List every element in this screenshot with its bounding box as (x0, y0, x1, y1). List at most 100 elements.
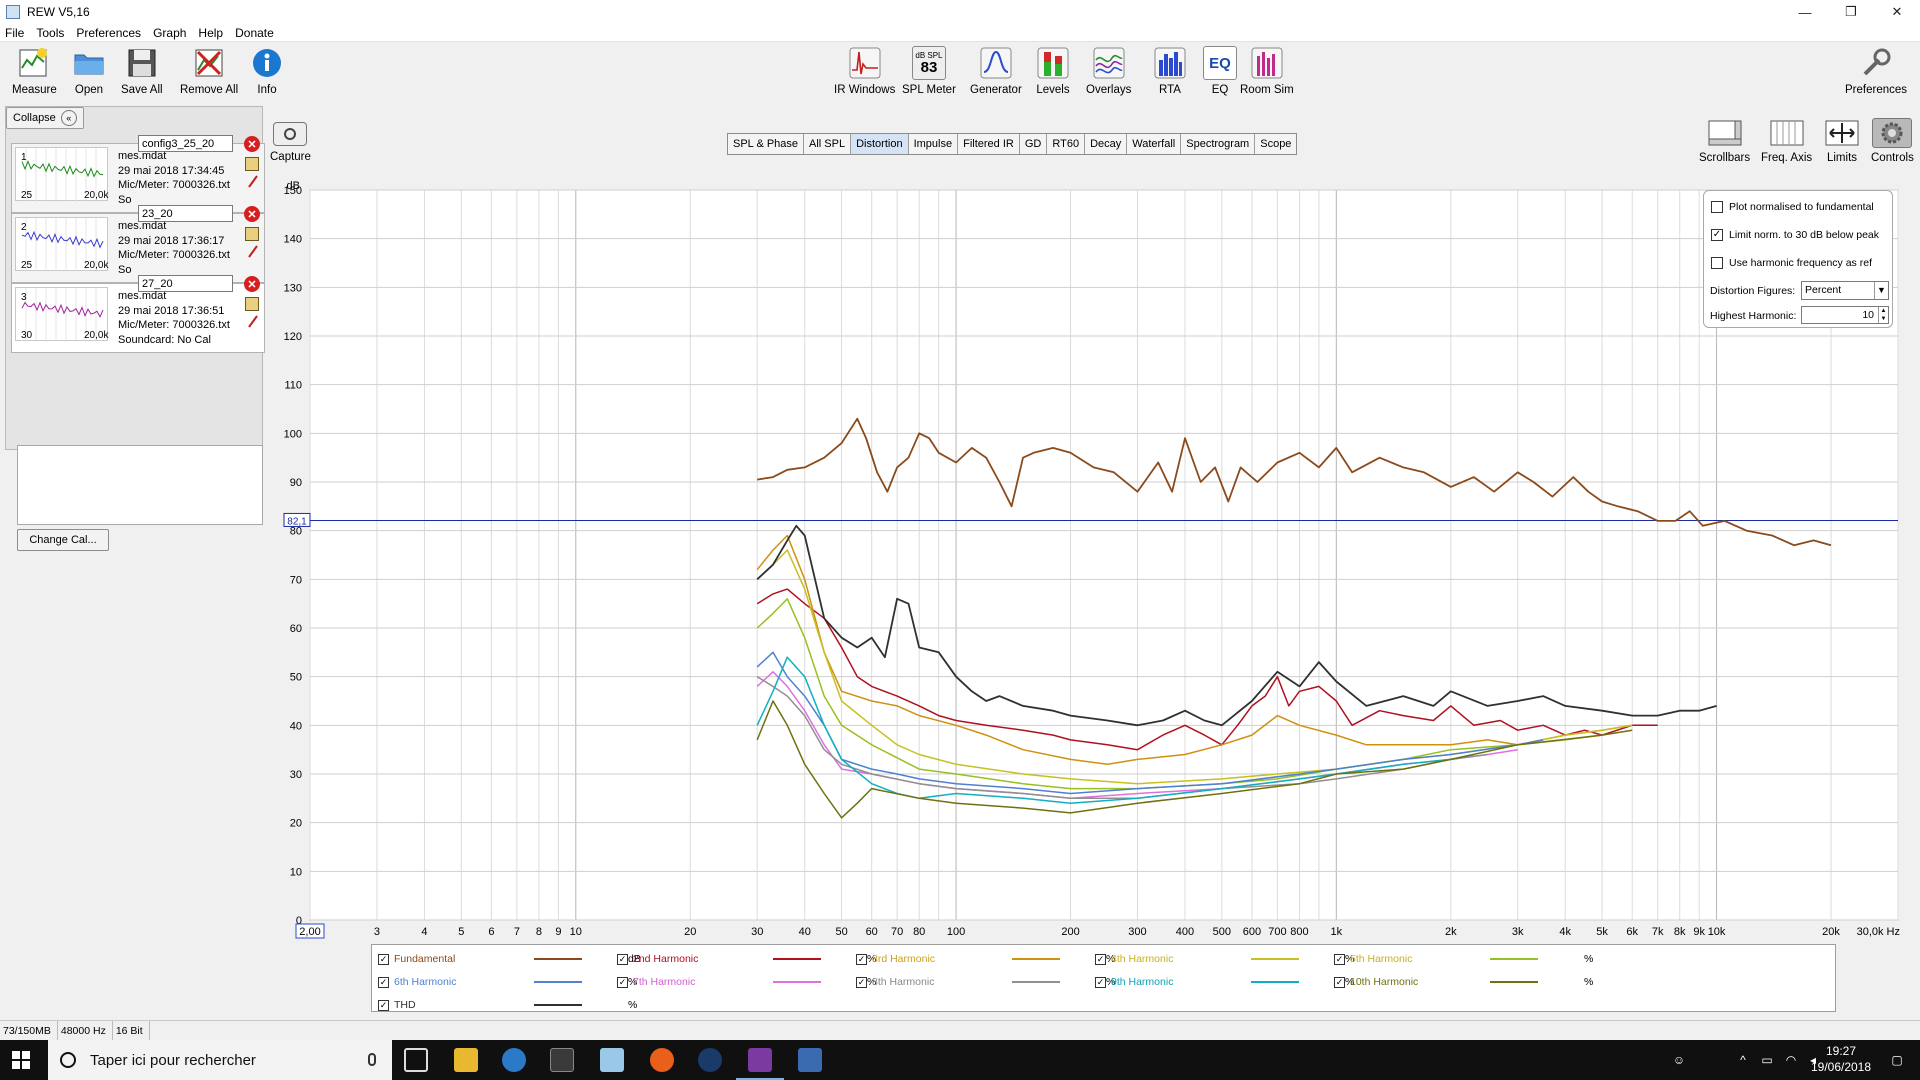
legend-checkbox[interactable]: ✓ (1334, 953, 1345, 965)
capture-button[interactable]: Capture (270, 122, 311, 163)
legend-item[interactable]: ✓ 2nd Harmonic% (617, 950, 876, 968)
info-button[interactable]: Info (250, 46, 284, 96)
edit-measurement-icon[interactable] (245, 227, 259, 241)
legend-item[interactable]: ✓ 10th Harmonic% (1334, 973, 1593, 991)
scrollbars-button[interactable]: Scrollbars (1699, 118, 1750, 164)
save-all-button[interactable]: Save All (121, 46, 163, 96)
app-icon-light[interactable] (600, 1048, 624, 1072)
tab-impulse[interactable]: Impulse (909, 134, 959, 154)
tab-all-spl[interactable]: All SPL (804, 134, 852, 154)
pencil-icon[interactable] (248, 174, 258, 188)
change-cal-button[interactable]: Change Cal... (17, 529, 109, 551)
tab-spectrogram[interactable]: Spectrogram (1181, 134, 1256, 154)
use-harmonic-option[interactable]: Use harmonic frequency as ref (1711, 257, 1872, 269)
open-button[interactable]: Open (72, 46, 106, 96)
spl-meter-button[interactable]: dB SPL 83 SPL Meter (902, 46, 956, 96)
legend-checkbox[interactable]: ✓ (378, 953, 389, 965)
rta-button[interactable]: RTA (1153, 46, 1187, 96)
measurement-item[interactable]: 12520,0kmes.mdat29 mai 2018 17:34:45Mic/… (11, 135, 265, 213)
microphone-icon[interactable] (368, 1053, 376, 1066)
levels-button[interactable]: Levels (1036, 46, 1070, 96)
distortion-figures-select[interactable]: Percent ▼ (1801, 281, 1889, 300)
ir-windows-button[interactable]: IR Windows (834, 46, 895, 96)
tab-scope[interactable]: Scope (1255, 134, 1296, 154)
legend-checkbox[interactable]: ✓ (378, 999, 389, 1011)
task-view-icon[interactable] (404, 1048, 428, 1072)
people-icon[interactable]: ☺ (1672, 1053, 1686, 1067)
generator-button[interactable]: Generator (970, 46, 1022, 96)
edit-measurement-icon[interactable] (245, 297, 259, 311)
network-icon[interactable]: ◠ (1784, 1053, 1798, 1067)
legend-checkbox[interactable]: ✓ (378, 976, 389, 988)
tray-chevron-icon[interactable]: ^ (1736, 1053, 1750, 1067)
collapse-button[interactable]: Collapse « (6, 107, 84, 129)
battery-icon[interactable]: ▭ (1760, 1053, 1774, 1067)
steam-icon[interactable] (698, 1048, 722, 1072)
tab-filtered-ir[interactable]: Filtered IR (958, 134, 1020, 154)
pencil-icon[interactable] (248, 314, 258, 328)
app-icon-blue[interactable] (798, 1048, 822, 1072)
remove-measurement-icon[interactable]: ✕ (244, 206, 260, 222)
eq-button[interactable]: EQ EQ (1203, 46, 1237, 96)
legend-item[interactable]: ✓ 5th Harmonic% (1334, 950, 1593, 968)
remove-measurement-icon[interactable]: ✕ (244, 276, 260, 292)
windows-start-icon[interactable] (12, 1051, 30, 1069)
restore-button[interactable]: ❐ (1828, 0, 1874, 24)
overlays-button[interactable]: Overlays (1086, 46, 1131, 96)
notifications-icon[interactable]: ▢ (1890, 1053, 1904, 1067)
measurement-item[interactable]: 22520,0kmes.mdat29 mai 2018 17:36:17Mic/… (11, 205, 265, 283)
legend-item[interactable]: ✓ THD% (378, 996, 637, 1014)
tab-decay[interactable]: Decay (1085, 134, 1128, 154)
tab-rt60[interactable]: RT60 (1047, 134, 1086, 154)
remove-measurement-icon[interactable]: ✕ (244, 136, 260, 152)
taskbar-search[interactable]: Taper ici pour rechercher (48, 1040, 392, 1080)
menu-file[interactable]: File (0, 26, 31, 40)
plot-normalised-checkbox[interactable] (1711, 201, 1723, 213)
legend-item[interactable]: ✓ 9th Harmonic% (1095, 973, 1354, 991)
measurement-item[interactable]: 33020,0kmes.mdat29 mai 2018 17:36:51Mic/… (11, 275, 265, 353)
limit-norm-checkbox[interactable]: ✓ (1711, 229, 1723, 241)
measure-button[interactable]: Measure (12, 46, 57, 96)
use-harmonic-checkbox[interactable] (1711, 257, 1723, 269)
minimize-button[interactable]: — (1782, 0, 1828, 24)
menu-donate[interactable]: Donate (230, 26, 281, 40)
tab-spl-phase[interactable]: SPL & Phase (728, 134, 805, 154)
tab-gd[interactable]: GD (1020, 134, 1048, 154)
tab-waterfall[interactable]: Waterfall (1127, 134, 1182, 154)
legend-item[interactable]: ✓ 4th Harmonic% (1095, 950, 1354, 968)
pencil-icon[interactable] (248, 244, 258, 258)
rew-taskbar-icon[interactable] (736, 1048, 784, 1080)
firefox-icon[interactable] (650, 1048, 674, 1072)
legend-checkbox[interactable]: ✓ (617, 953, 628, 965)
legend-checkbox[interactable]: ✓ (1095, 953, 1106, 965)
legend-checkbox[interactable]: ✓ (856, 953, 867, 965)
file-explorer-icon[interactable] (454, 1048, 478, 1072)
close-button[interactable]: ✕ (1874, 0, 1920, 24)
limits-button[interactable]: Limits (1822, 118, 1862, 164)
menu-help[interactable]: Help (193, 26, 230, 40)
limit-norm-option[interactable]: ✓ Limit norm. to 30 dB below peak (1711, 229, 1879, 241)
notes-area[interactable] (17, 445, 263, 525)
freq-axis-button[interactable]: Freq. Axis (1761, 118, 1812, 164)
taskbar-clock[interactable]: 19:27 19/06/2018 (1806, 1043, 1876, 1075)
browser-icon[interactable] (502, 1048, 526, 1072)
legend-item[interactable]: ✓ 3rd Harmonic% (856, 950, 1115, 968)
legend-checkbox[interactable]: ✓ (1095, 976, 1106, 988)
legend-checkbox[interactable]: ✓ (617, 976, 628, 988)
chevron-down-icon[interactable]: ▼ (1874, 282, 1888, 299)
tab-distortion[interactable]: Distortion (851, 134, 909, 154)
menu-tools[interactable]: Tools (31, 26, 71, 40)
controls-button[interactable]: Controls (1871, 118, 1914, 164)
highest-harmonic-spinner[interactable]: 10 ▲ ▼ (1801, 306, 1889, 324)
legend-item[interactable]: ✓ Fundamental dB (378, 950, 641, 968)
distortion-graph[interactable]: 0102030405060708090100110120130140150dB2… (270, 178, 1902, 942)
legend-item[interactable]: ✓ 7th Harmonic% (617, 973, 876, 991)
menu-preferences[interactable]: Preferences (71, 26, 148, 40)
menu-graph[interactable]: Graph (148, 26, 193, 40)
legend-checkbox[interactable]: ✓ (856, 976, 867, 988)
legend-item[interactable]: ✓ 6th Harmonic% (378, 973, 637, 991)
legend-item[interactable]: ✓ 8th Harmonic% (856, 973, 1115, 991)
plot-normalised-option[interactable]: Plot normalised to fundamental (1711, 201, 1874, 213)
spinner-arrows-icon[interactable]: ▲ ▼ (1878, 307, 1888, 323)
preferences-button[interactable]: Preferences (1845, 46, 1907, 96)
